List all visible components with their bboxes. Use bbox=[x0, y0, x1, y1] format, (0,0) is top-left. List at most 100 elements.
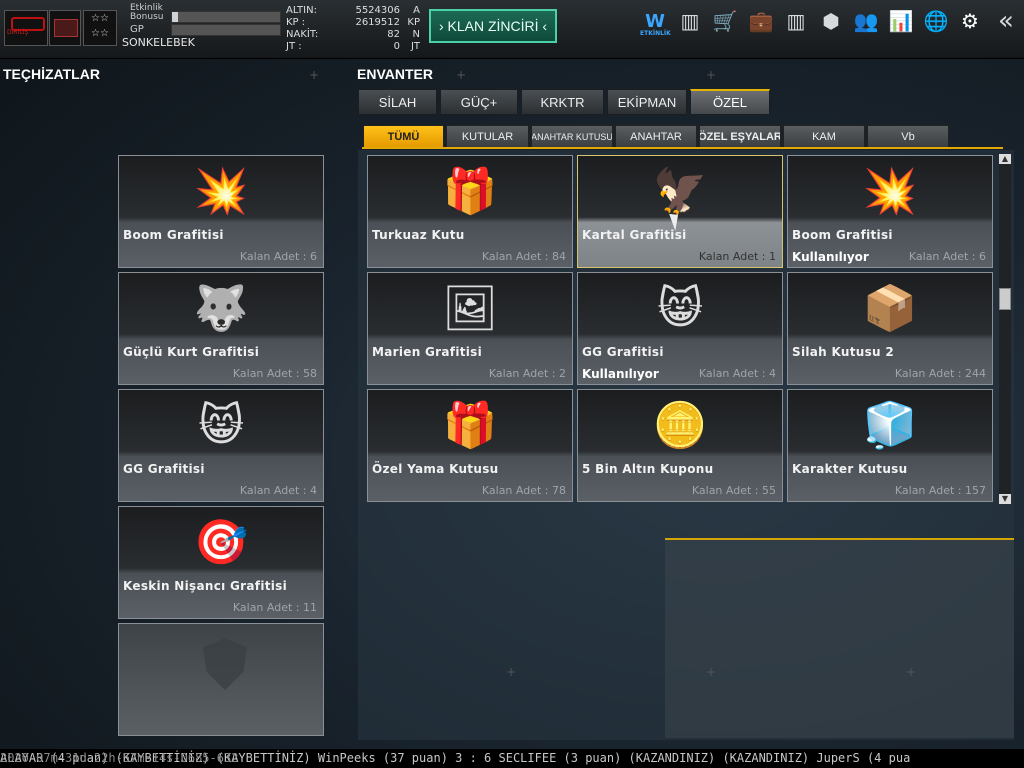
inventory-card[interactable]: 🪙 5 Bin Altın Kuponu Kalan Adet : 55 bbox=[577, 389, 783, 502]
item-name: Güçlü Kurt Grafitisi bbox=[123, 345, 260, 359]
item-art: 😸 bbox=[657, 282, 703, 334]
stat-value: 0 bbox=[393, 41, 400, 52]
inventory-card[interactable]: 😸 GG Grafitisi Kullanılıyor Kalan Adet :… bbox=[577, 272, 783, 385]
in-use-label: Kullanılıyor bbox=[792, 250, 869, 264]
bonus-bar-fill bbox=[172, 12, 179, 22]
item-name: Karakter Kutusu bbox=[792, 462, 908, 476]
clan-logo-mark bbox=[11, 17, 45, 31]
item-art: 😸 bbox=[198, 399, 244, 451]
item-quantity: Kalan Adet : 2 bbox=[488, 367, 566, 380]
item-name: Silah Kutusu 2 bbox=[792, 345, 895, 359]
item-quantity: Kalan Adet : 11 bbox=[232, 601, 317, 614]
inventory-card[interactable]: 💥 Boom Grafitisi Kullanılıyor Kalan Adet… bbox=[787, 155, 993, 268]
bonus-label: Etkinlik Bonusu bbox=[130, 3, 164, 22]
item-art: 🧊 bbox=[862, 400, 918, 451]
friends-icon[interactable]: 👥 bbox=[853, 8, 879, 34]
equipment-card[interactable]: 💥 Boom Grafitisi Kalan Adet : 6 bbox=[118, 155, 324, 268]
tab-krktr[interactable]: KRKTR bbox=[521, 89, 604, 115]
subtab-tumu[interactable]: TÜMÜ bbox=[363, 125, 444, 148]
stat-value: 2619512 bbox=[355, 17, 400, 28]
crosshair-mark: + bbox=[456, 68, 467, 82]
empty-equipment-slot[interactable] bbox=[118, 623, 324, 736]
shop-icon[interactable]: 🛒 bbox=[712, 8, 738, 34]
item-name: Özel Yama Kutusu bbox=[372, 462, 499, 476]
event-icon-label: ETKİNLİK bbox=[640, 30, 671, 37]
subtab-anahtar-kutusu[interactable]: ANAHTAR KUTUSU bbox=[531, 125, 613, 148]
subtab-ozel-esyalar[interactable]: ÖZEL EŞYALAR bbox=[699, 125, 781, 148]
inventory-scrollbar[interactable]: ▲ ▼ bbox=[999, 154, 1011, 504]
item-quantity: Kalan Adet : 6 bbox=[239, 250, 317, 263]
item-name: Boom Grafitisi bbox=[792, 228, 893, 242]
item-name: Marien Grafitisi bbox=[372, 345, 483, 359]
currency-stats: ALTIN: 5524306 A KP : 2619512 KP NAKİT: … bbox=[286, 5, 422, 53]
scroll-thumb[interactable] bbox=[999, 288, 1011, 310]
subtab-vb[interactable]: Vb bbox=[867, 125, 949, 148]
ranking-icon[interactable]: ▥ bbox=[677, 8, 703, 34]
item-art: 🐺 bbox=[193, 283, 249, 334]
crosshair-mark: + bbox=[706, 68, 717, 82]
subtab-kam[interactable]: KAM bbox=[783, 125, 865, 148]
stat-label: KP : bbox=[286, 17, 306, 28]
tab-ekipman[interactable]: EKİPMAN bbox=[607, 89, 687, 115]
item-art: 💥 bbox=[862, 166, 918, 217]
clan-chain-button[interactable]: › KLAN ZİNCİRİ ‹ bbox=[429, 9, 557, 43]
box-icon[interactable]: ⬢ bbox=[818, 8, 844, 34]
item-art: 🎁 bbox=[442, 400, 498, 451]
stat-unit: N bbox=[412, 29, 420, 40]
inventory-card[interactable]: 🖼 Marien Grafitisi Kalan Adet : 2 bbox=[367, 272, 573, 385]
scroll-down-icon[interactable]: ▼ bbox=[999, 494, 1011, 504]
stats-icon[interactable]: 📊 bbox=[888, 8, 914, 34]
subtab-kutular[interactable]: KUTULAR bbox=[446, 125, 529, 148]
stat-label: JT : bbox=[286, 41, 302, 52]
scroll-up-icon[interactable]: ▲ bbox=[999, 154, 1011, 164]
inventory-card[interactable]: 🎁 Turkuaz Kutu Kalan Adet : 84 bbox=[367, 155, 573, 268]
crosshair-mark: + bbox=[706, 665, 717, 679]
subtab-anahtar[interactable]: ANAHTAR bbox=[615, 125, 697, 148]
inventory-card[interactable]: 📦 Silah Kutusu 2 Kalan Adet : 244 bbox=[787, 272, 993, 385]
inventory-card-selected[interactable]: 🦅 Kartal Grafitisi Kalan Adet : 1 bbox=[577, 155, 783, 268]
item-info-box bbox=[665, 538, 1014, 738]
crosshair-mark: + bbox=[506, 665, 517, 679]
tab-guc[interactable]: GÜÇ+ bbox=[440, 89, 518, 115]
tab-silah[interactable]: SİLAH bbox=[358, 89, 437, 115]
item-quantity: Kalan Adet : 4 bbox=[698, 367, 776, 380]
item-art: 🦅 bbox=[652, 166, 708, 217]
stat-unit: A bbox=[413, 5, 420, 16]
inventory-card[interactable]: 🎁 Özel Yama Kutusu Kalan Adet : 78 bbox=[367, 389, 573, 502]
item-name: GG Grafitisi bbox=[582, 345, 664, 359]
inventory-card[interactable]: 🧊 Karakter Kutusu Kalan Adet : 157 bbox=[787, 389, 993, 502]
item-quantity: Kalan Adet : 6 bbox=[908, 250, 986, 263]
gear-icon[interactable]: ⚙ bbox=[957, 8, 983, 34]
top-bar: DİRİLİŞ ☆☆ ☆☆ Etkinlik Bonusu GP SONKELEB… bbox=[0, 0, 1024, 59]
stat-unit: JT bbox=[410, 41, 420, 52]
tab-ozel[interactable]: ÖZEL bbox=[690, 89, 770, 115]
stat-unit: KP bbox=[407, 17, 420, 28]
equipment-card[interactable]: 🎯 Keskin Nişancı Grafitisi Kalan Adet : … bbox=[118, 506, 324, 619]
rank-badge bbox=[49, 10, 81, 46]
briefcase-icon[interactable]: 💼 bbox=[748, 8, 774, 34]
subtab-underline bbox=[362, 147, 1003, 149]
rank-badge-icon bbox=[54, 19, 78, 37]
in-use-label: Kullanılıyor bbox=[582, 367, 659, 381]
item-name: 5 Bin Altın Kuponu bbox=[582, 462, 714, 476]
item-name: Boom Grafitisi bbox=[123, 228, 224, 242]
crosshair-mark: + bbox=[309, 68, 320, 82]
item-quantity: Kalan Adet : 55 bbox=[691, 484, 776, 497]
item-quantity: Kalan Adet : 244 bbox=[894, 367, 986, 380]
player-name: SONKELEBEK bbox=[122, 36, 195, 49]
item-quantity: Kalan Adet : 78 bbox=[481, 484, 566, 497]
item-art: 📦 bbox=[862, 283, 918, 334]
item-quantity: Kalan Adet : 1 bbox=[698, 250, 776, 263]
equipment-card[interactable]: 🐺 Güçlü Kurt Grafitisi Kalan Adet : 58 bbox=[118, 272, 324, 385]
equipment-card[interactable]: 😸 GG Grafitisi Kalan Adet : 4 bbox=[118, 389, 324, 502]
event-icon[interactable]: W ETKİNLİK bbox=[640, 8, 671, 38]
item-art: 💥 bbox=[193, 166, 249, 217]
stat-label: ALTIN: bbox=[286, 5, 317, 16]
back-icon[interactable]: « bbox=[991, 6, 1021, 36]
stripes-icon[interactable]: ▥ bbox=[783, 8, 809, 34]
globe-icon[interactable]: 🌐 bbox=[923, 8, 949, 34]
equipment-panel: 💥 Boom Grafitisi Kalan Adet : 6 🐺 Güçlü … bbox=[0, 85, 340, 750]
item-name: GG Grafitisi bbox=[123, 462, 205, 476]
gp-label: GP bbox=[130, 24, 144, 35]
item-name: Kartal Grafitisi bbox=[582, 228, 687, 242]
